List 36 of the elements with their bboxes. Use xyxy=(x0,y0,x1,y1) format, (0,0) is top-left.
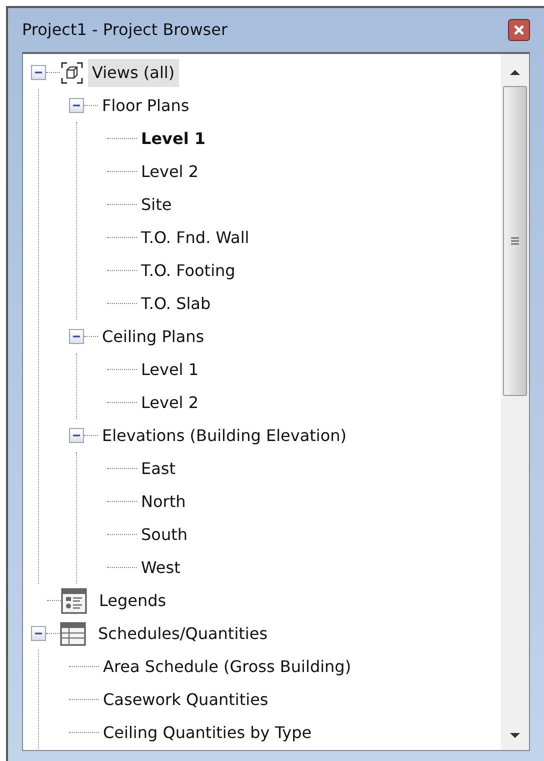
scrollbar[interactable] xyxy=(501,54,529,750)
tree-item[interactable]: Legends xyxy=(95,586,170,614)
tree-item[interactable]: T.O. Footing xyxy=(137,256,240,284)
collapse-button[interactable] xyxy=(69,98,84,113)
table-icon xyxy=(60,622,86,646)
tree-item[interactable]: Level 1 xyxy=(137,356,202,384)
collapse-button[interactable] xyxy=(69,329,84,344)
close-button[interactable] xyxy=(508,19,530,41)
tree-item[interactable]: Level 1 xyxy=(137,124,210,152)
tree-item[interactable]: Elevations (Building Elevation) xyxy=(98,422,351,450)
tree-item[interactable]: West xyxy=(137,554,184,582)
scroll-up-icon[interactable] xyxy=(509,68,521,76)
tree-item[interactable]: South xyxy=(137,520,192,548)
tree-item[interactable]: North xyxy=(137,488,190,516)
tree-item[interactable]: Ceiling Quantities by Type xyxy=(99,718,316,746)
tree-item[interactable]: T.O. Slab xyxy=(137,290,215,318)
tree-item[interactable]: Schedules/Quantities xyxy=(94,620,272,648)
collapse-button[interactable] xyxy=(69,428,84,443)
legend-icon xyxy=(61,588,87,614)
cube-icon xyxy=(60,60,84,84)
scroll-down-icon[interactable] xyxy=(509,732,521,740)
tree-item[interactable]: Site xyxy=(137,190,176,218)
scroll-thumb[interactable] xyxy=(503,86,527,396)
tree-item[interactable]: Level 2 xyxy=(137,158,202,186)
tree-item[interactable]: Level 2 xyxy=(137,388,202,416)
tree-item[interactable]: East xyxy=(137,454,180,482)
tree-item[interactable]: Area Schedule (Gross Building) xyxy=(99,652,356,680)
close-icon xyxy=(513,24,525,36)
tree-item[interactable]: Views (all) xyxy=(88,58,179,86)
collapse-button[interactable] xyxy=(31,626,46,641)
window-title: Project1 - Project Browser xyxy=(22,19,228,41)
tree-item[interactable]: T.O. Fnd. Wall xyxy=(137,224,254,252)
tree-item[interactable]: Ceiling Plans xyxy=(98,322,208,350)
collapse-button[interactable] xyxy=(31,65,46,80)
tree-item[interactable]: Casework Quantities xyxy=(99,686,272,714)
tree-item[interactable]: Floor Plans xyxy=(98,92,194,120)
